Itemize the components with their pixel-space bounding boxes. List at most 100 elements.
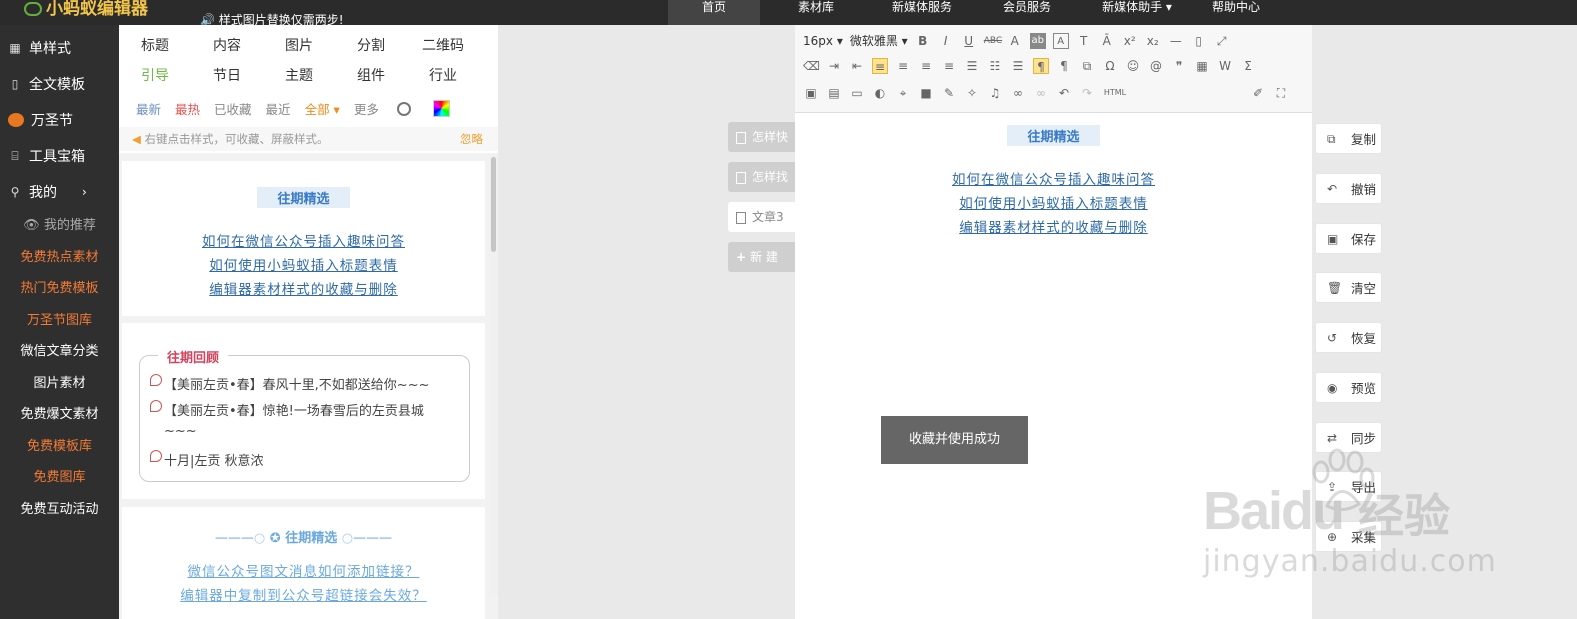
align-left-icon[interactable]: ≡ <box>872 58 888 74</box>
image-float-icon[interactable]: ⧉ <box>1079 58 1095 74</box>
align-justify-icon[interactable]: ≡ <box>941 58 957 74</box>
doc-tab[interactable]: 怎样找 <box>728 162 798 192</box>
category-guide[interactable]: 引导 <box>119 65 191 85</box>
emoji-icon[interactable]: ☺ <box>1125 58 1141 74</box>
card-link[interactable]: 编辑器素材样式的收藏与删除 <box>122 278 485 302</box>
italic-icon[interactable]: I <box>938 33 954 49</box>
table-icon[interactable]: ▦ <box>1194 58 1210 74</box>
category-theme[interactable]: 主题 <box>263 65 335 85</box>
filter-hottest[interactable]: 最热 <box>175 99 200 118</box>
preview-button[interactable]: ◉ 预览 <box>1315 372 1382 403</box>
underline-icon[interactable]: U <box>961 33 977 49</box>
style-card-1[interactable]: 往期精选 如何在微信公众号插入趣味问答 如何使用小蚂蚁插入标题表情 编辑器素材样… <box>122 161 485 316</box>
outdent-icon[interactable]: ⇤ <box>849 58 865 74</box>
map-pin-icon[interactable]: ⌖ <box>895 85 911 101</box>
format-painter-icon[interactable]: ✐ <box>1250 85 1266 101</box>
doc-tab-active[interactable]: 文章3 <box>728 202 798 232</box>
sidebar-item-toolbox[interactable]: ⌸ 工具宝箱 <box>0 138 119 174</box>
sidebar-sub-hot-materials[interactable]: 免费热点素材 <box>0 242 119 274</box>
card-link[interactable]: 如何在微信公众号插入趣味问答 <box>122 230 485 254</box>
align-center-icon[interactable]: ≡ <box>895 58 911 74</box>
card-link[interactable]: 如何使用小蚂蚁插入标题表情 <box>122 254 485 278</box>
undo-button[interactable]: ↶ 撤销 <box>1315 173 1382 204</box>
sidebar-sub-template-library[interactable]: 免费模板库 <box>0 431 119 463</box>
content-link[interactable]: 如何在微信公众号插入趣味问答 <box>795 168 1312 192</box>
scrollbar-thumb[interactable] <box>491 157 496 252</box>
omega-icon[interactable]: Ω <box>1102 58 1118 74</box>
blank-page-icon[interactable]: ▯ <box>1191 33 1207 49</box>
nav-media-services[interactable]: 新媒体服务 <box>872 0 972 25</box>
filter-favorited[interactable]: 已收藏 <box>214 99 252 118</box>
filter-newest[interactable]: 最新 <box>136 99 161 118</box>
category-festival[interactable]: 节日 <box>191 65 263 85</box>
bold-icon[interactable]: B <box>915 33 931 49</box>
font-family-select[interactable]: 微软雅黑 ▾ <box>850 32 908 49</box>
highlight-icon[interactable]: ab <box>1029 32 1046 49</box>
superscript-icon[interactable]: x² <box>1122 33 1138 49</box>
content-link[interactable]: 编辑器素材样式的收藏与删除 <box>795 216 1312 240</box>
align-right-icon[interactable]: ≡ <box>918 58 934 74</box>
category-divider[interactable]: 分割 <box>335 35 407 55</box>
sidebar-sub-viral-materials[interactable]: 免费爆文素材 <box>0 399 119 431</box>
sidebar-sub-gallery[interactable]: 免费图库 <box>0 462 119 494</box>
clear-button[interactable]: 🗑 清空 <box>1315 272 1382 303</box>
sidebar-sub-image-materials[interactable]: 图片素材 <box>0 368 119 400</box>
notice-text[interactable]: 🔊 样式图片替换仅需两步! <box>200 11 344 25</box>
multi-image-icon[interactable]: ▤ <box>826 85 842 101</box>
link-icon[interactable]: ∞ <box>1010 85 1026 101</box>
music-icon[interactable]: ♫ <box>987 85 1003 101</box>
color-picker-icon[interactable] <box>432 100 450 117</box>
sidebar-sub-recommend[interactable]: 👁 我的推荐 <box>0 210 119 242</box>
at-icon[interactable]: @ <box>1148 58 1164 74</box>
palette-icon[interactable]: ◐ <box>872 85 888 101</box>
expand-icon[interactable]: ⛶ <box>1273 85 1289 101</box>
strikethrough-icon[interactable]: ABC <box>984 33 1002 49</box>
nav-media-assistant[interactable]: 新媒体助手 ▾ <box>1082 0 1192 25</box>
sidebar-sub-hot-templates[interactable]: 热门免费模板 <box>0 273 119 305</box>
filter-more[interactable]: 更多 <box>354 99 379 118</box>
image-icon[interactable]: ▣ <box>803 85 819 101</box>
text-format-icon[interactable]: T <box>1076 33 1092 49</box>
video-icon[interactable]: ■ <box>918 85 934 101</box>
subscript-icon[interactable]: x₂ <box>1145 33 1161 49</box>
editor-content[interactable]: 往期精选 如何在微信公众号插入趣味问答 如何使用小蚂蚁插入标题表情 编辑器素材样… <box>795 125 1312 240</box>
brush-icon[interactable]: ✎ <box>941 85 957 101</box>
horizontal-rule-icon[interactable]: — <box>1168 33 1184 49</box>
doc-tab[interactable]: 怎样快 <box>728 122 798 152</box>
sum-icon[interactable]: Σ <box>1240 58 1256 74</box>
fullscreen-icon[interactable]: ⤢ <box>1214 33 1230 49</box>
font-size-select[interactable]: 16px ▾ <box>803 34 843 48</box>
ltr-direction-icon[interactable]: ¶ <box>1033 58 1049 74</box>
line-height-icon[interactable]: ☰ <box>964 58 980 74</box>
copy-button[interactable]: ⧉ 复制 <box>1315 123 1382 154</box>
category-title[interactable]: 标题 <box>119 35 191 55</box>
category-component[interactable]: 组件 <box>335 65 407 85</box>
nav-materials[interactable]: 素材库 <box>760 0 872 25</box>
redo-icon[interactable]: ↷ <box>1079 85 1095 101</box>
style-card-3[interactable]: ———○ ✪ 往期精选 ○——— 微信公众号图文消息如何添加链接？ 编辑器中复制… <box>122 507 485 619</box>
sidebar-item-mine[interactable]: ⚲ 我的 › <box>0 174 119 210</box>
window-icon[interactable]: ▭ <box>849 85 865 101</box>
nav-membership[interactable]: 会员服务 <box>972 0 1082 25</box>
restore-button[interactable]: ↺ 恢复 <box>1315 322 1382 353</box>
category-image[interactable]: 图片 <box>263 35 335 55</box>
unlink-icon[interactable]: ∞ <box>1033 85 1049 101</box>
category-qrcode[interactable]: 二维码 <box>407 35 479 55</box>
search-icon[interactable] <box>396 101 411 116</box>
save-button[interactable]: ▣ 保存 <box>1315 223 1382 254</box>
border-text-icon[interactable]: A <box>1052 32 1069 49</box>
sidebar-sub-article-category[interactable]: 微信文章分类 <box>0 336 119 368</box>
filter-recent[interactable]: 最近 <box>266 99 291 118</box>
text-style-icon[interactable]: Ā <box>1099 33 1115 49</box>
category-content[interactable]: 内容 <box>191 35 263 55</box>
card-link[interactable]: 微信公众号图文消息如何添加链接？ <box>122 560 485 584</box>
style-card-2[interactable]: 往期回顾 【美丽左贡•春】春风十里,不如都送给你~~~ 【美丽左贡•春】惊艳!一… <box>122 323 485 499</box>
quote-icon[interactable]: ❞ <box>1171 58 1187 74</box>
card-link[interactable]: 编辑器中复制到公众号超链接会失效？ <box>122 584 485 608</box>
panel-scrollbar[interactable] <box>489 155 498 595</box>
font-color-icon[interactable]: A <box>1007 33 1023 49</box>
sidebar-sub-interactive[interactable]: 免费互动活动 <box>0 494 119 526</box>
html-source-icon[interactable]: HTML <box>1102 85 1128 101</box>
eraser-icon[interactable]: ⌫ <box>803 58 820 74</box>
word-import-icon[interactable]: W <box>1217 58 1233 74</box>
